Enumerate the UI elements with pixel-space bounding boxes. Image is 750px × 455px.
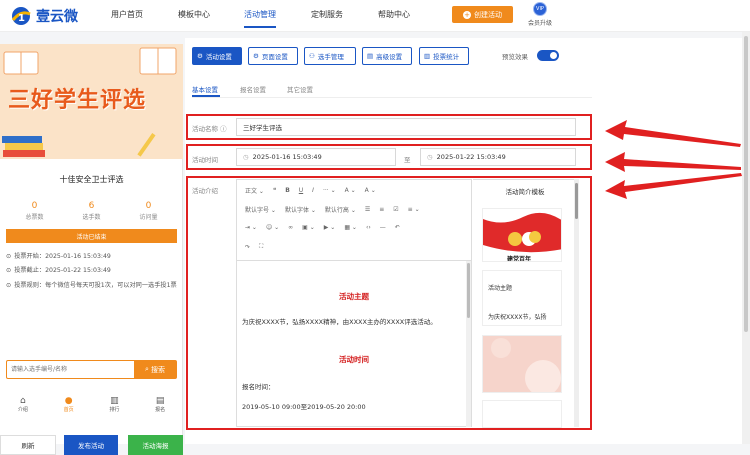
logo-icon: 1 — [10, 6, 32, 26]
tab-activity-settings[interactable]: ⚙ 活动设置 — [192, 47, 242, 65]
stat-visits: 0 访问量 — [139, 201, 158, 221]
mobile-tabbar: ⌂ 介绍 ● 首页 ▥ 排行 ▤ 报名 — [0, 396, 183, 422]
highlight-box — [186, 144, 592, 170]
nav-home[interactable]: 用户首页 — [111, 9, 143, 20]
preview-actions: 刷新 发布活动 活动海报 — [0, 435, 183, 455]
ranking-icon: ▥ — [110, 396, 119, 406]
brand-name: 壹云微 — [36, 9, 78, 25]
tab-contestant-management[interactable]: ⚇ 选手管理 — [304, 47, 356, 65]
home-icon: ⌂ — [20, 396, 26, 406]
vote-start: ⊙ 投票开始：2025-01-16 15:03:49 — [6, 253, 111, 260]
tab-advanced-settings[interactable]: ▤ 高级设置 — [362, 47, 412, 65]
vote-end: ⊙ 投票截止：2025-01-22 15:03:49 — [6, 267, 111, 275]
banner-title: 三好学生评选 — [8, 87, 147, 113]
vip-icon: VIP — [533, 2, 547, 16]
subtab-other[interactable]: 其它设置 — [287, 84, 313, 94]
brand-logo[interactable]: 1 壹云微 — [10, 6, 78, 26]
clock-icon: ⊙ — [6, 253, 12, 260]
gear-icon: ⚙ — [253, 52, 259, 60]
page-scrollbar[interactable] — [742, 32, 750, 444]
mobile-preview: 三好学生评选 十佳安全卫士评选 0 总票数 6 选手数 0 访问量 活动已结束 ⊙ 投票… — [0, 44, 183, 455]
stat-contestants: 6 选手数 — [82, 201, 101, 221]
tab-intro[interactable]: ⌂ 介绍 — [8, 396, 38, 422]
plus-icon: + — [463, 10, 471, 19]
vip-upgrade[interactable]: VIP 会员升级 — [527, 2, 553, 27]
tab-page-settings[interactable]: ⚙ 页面设置 — [248, 47, 298, 65]
subtab-indicator — [192, 95, 220, 97]
activity-stats: 0 总票数 6 选手数 0 访问量 — [6, 201, 177, 221]
activity-title: 十佳安全卫士评选 — [59, 175, 124, 184]
chart-icon: ▥ — [424, 52, 431, 60]
tab-signup[interactable]: ▤ 报名 — [145, 396, 175, 422]
refresh-button[interactable]: 刷新 — [0, 435, 56, 455]
status-bar: 活动已结束 — [6, 229, 177, 243]
nav-templates[interactable]: 模板中心 — [178, 9, 210, 20]
preview-toggle[interactable] — [537, 50, 559, 61]
search-button[interactable]: ⌕ 搜索 — [134, 361, 176, 378]
tab-ranking[interactable]: ▥ 排行 — [99, 396, 129, 422]
subtab-basic[interactable]: 基本设置 — [192, 84, 218, 94]
clock-icon: ⊙ — [6, 267, 12, 275]
subtab-divider — [192, 97, 592, 98]
users-icon: ⚇ — [309, 52, 315, 60]
signup-icon: ▤ — [155, 396, 165, 406]
svg-text:1: 1 — [18, 13, 25, 24]
contestant-search: ⌕ 搜索 — [6, 360, 177, 379]
nav-custom-service[interactable]: 定制服务 — [311, 9, 343, 20]
nav-help-center[interactable]: 帮助中心 — [378, 9, 410, 20]
create-activity-button[interactable]: + 创建活动 — [452, 6, 513, 23]
stat-total-votes: 0 总票数 — [25, 201, 44, 221]
activity-banner: 三好学生评选 — [0, 44, 183, 159]
gear-icon: ⚙ — [197, 52, 203, 60]
vote-rule: ⊙ 投票规则：每个微信号每天可投1次，可以对同一选手投1票 — [6, 281, 177, 289]
tab-home[interactable]: ● 首页 — [54, 396, 84, 422]
vip-label: 会员升级 — [527, 20, 552, 27]
publish-button[interactable]: 发布活动 — [64, 435, 118, 455]
nav-activity-management[interactable]: 活动管理 — [244, 9, 276, 28]
clock-icon: ⊙ — [6, 281, 12, 289]
poster-button[interactable]: 活动海报 — [128, 435, 183, 455]
annotation-arrows — [605, 120, 742, 199]
settings-panel: ⚙ 活动设置 ⚙ 页面设置 ⚇ 选手管理 ▤ 高级设置 ▥ 投票统计 预览效果 基本设置 … — [185, 38, 750, 444]
highlight-box — [186, 176, 592, 430]
tab-vote-stats[interactable]: ▥ 投票统计 — [419, 47, 469, 65]
top-bar: 1 壹云微 用户首页 模板中心 活动管理 定制服务 帮助中心 + 创建活动 VI… — [0, 0, 750, 32]
subtab-signup[interactable]: 报名设置 — [240, 84, 266, 94]
document-icon: ▤ — [367, 52, 374, 60]
preview-label: 预览效果 — [502, 53, 528, 61]
search-input[interactable] — [7, 361, 127, 378]
activity-card: 十佳安全卫士评选 0 总票数 6 选手数 0 访问量 活动已结束 ⊙ 投票开始：2025… — [6, 164, 177, 334]
highlight-box — [186, 114, 592, 140]
search-icon: ⌕ — [145, 365, 149, 373]
user-icon: ● — [64, 396, 73, 406]
